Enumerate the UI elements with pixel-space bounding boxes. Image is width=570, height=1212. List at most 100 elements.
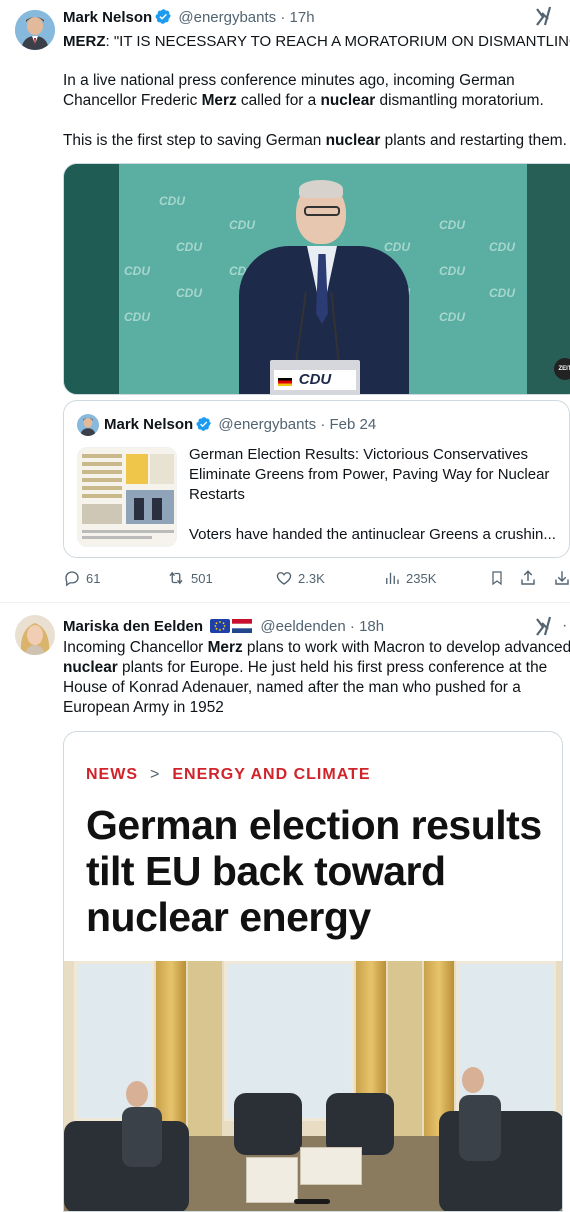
backdrop-logo: CDU: [229, 218, 255, 232]
tweet-text-line-1: Incoming Chancellor Merz plans to work w…: [63, 638, 570, 658]
zeit-watermark: ZEIT: [554, 358, 570, 380]
grok-icon[interactable]: [534, 5, 554, 32]
tweet-mark-nelson[interactable]: Mark Nelson @energybants · 17h MERZ: "IT…: [0, 0, 570, 602]
breadcrumb: NEWS > ENERGY AND CLIMATE: [86, 766, 371, 784]
flag-stripe: [278, 378, 292, 386]
bookmark-button[interactable]: [489, 569, 505, 587]
quoted-author-name: Mark Nelson: [104, 416, 194, 433]
person-left: [122, 1107, 162, 1167]
reply-count: 61: [86, 570, 101, 586]
backdrop-logo: CDU: [489, 240, 515, 254]
repost-icon: [169, 571, 183, 585]
avatar-image: [15, 10, 55, 50]
author-handle[interactable]: @eeldenden: [260, 618, 345, 635]
person-right-face: [462, 1067, 484, 1093]
speaker-glasses: [304, 206, 340, 216]
tweet-text-para-3: This is the first step to saving German …: [63, 131, 570, 151]
breadcrumb-energy: ENERGY AND CLIMATE: [172, 766, 371, 783]
backdrop-logo: CDU: [439, 218, 465, 232]
bold-merz: Merz: [207, 639, 243, 656]
backdrop-logo: CDU: [489, 286, 515, 300]
bold-nuclear: nuclear: [325, 132, 381, 149]
tweet-text-para-2b: Chancellor Frederic Merz called for a nu…: [63, 91, 570, 111]
coffee-table: [246, 1157, 298, 1203]
author-name[interactable]: Mariska den Eelden: [63, 618, 203, 635]
verified-badge-icon: [196, 416, 212, 438]
quoted-handle: @energybants: [218, 416, 317, 433]
more-options-icon[interactable]: ·: [562, 617, 567, 635]
headline-line: nuclear energy: [86, 894, 371, 940]
speaker-hair: [299, 180, 343, 198]
heart-icon: [276, 572, 292, 585]
bookmark-icon: [492, 571, 502, 586]
tweet-header: Mark Nelson @energybants · 17h: [63, 8, 315, 31]
person-right: [459, 1095, 501, 1161]
quoted-snippet: Voters have handed the antinuclear Green…: [189, 526, 556, 543]
press-conference-image[interactable]: CDU CDU CDU CDU CDU CDU CDU CDU CDU CDU …: [63, 163, 570, 395]
quoted-header: Mark Nelson @energybants · Feb 24: [104, 415, 376, 438]
text-fragment: called for a: [236, 92, 321, 109]
tweet-text-line-3: House of Konrad Adenauer, named after th…: [63, 679, 521, 696]
avatar[interactable]: [15, 615, 55, 655]
quoted-tweet-card[interactable]: Mark Nelson @energybants · Feb 24 German…: [63, 400, 570, 558]
avatar[interactable]: [15, 10, 55, 50]
download-button[interactable]: [553, 569, 570, 587]
quoted-avatar: [77, 414, 99, 436]
reply-icon: [65, 571, 79, 587]
backdrop-logo: CDU: [439, 310, 465, 324]
headline-line: German election results: [86, 802, 542, 848]
text-fragment: plans to work with Macron to develop adv…: [242, 639, 570, 656]
armchair: [326, 1093, 394, 1155]
text-fragment: Chancellor Frederic: [63, 92, 202, 109]
wall-left: [64, 164, 119, 394]
views-button[interactable]: 235K: [383, 569, 436, 587]
eu-flag-icon: [210, 619, 231, 639]
avatar-image: [15, 615, 55, 655]
tweet-text-para-2a: In a live national press conference minu…: [63, 72, 515, 89]
share-button[interactable]: [519, 569, 537, 587]
repost-count: 501: [191, 570, 213, 586]
reply-button[interactable]: 61: [63, 569, 100, 587]
tweet-text-line-1: MERZ: "IT IS NECESSARY TO REACH A MORATO…: [63, 32, 570, 52]
timestamp[interactable]: 18h: [359, 618, 384, 635]
backdrop-logo: CDU: [176, 286, 202, 300]
share-icon: [521, 570, 535, 585]
text-fragment: plants and restarting them.: [380, 132, 567, 149]
like-button[interactable]: 2.3K: [275, 569, 325, 587]
headline-line: tilt EU back toward: [86, 848, 446, 894]
text-fragment: plants for Europe. He just held his firs…: [117, 659, 548, 676]
article-headline: German election results tilt EU back tow…: [86, 802, 556, 940]
views-count: 235K: [406, 570, 437, 586]
sofa-right: [439, 1111, 562, 1211]
action-bar: 61 501 2.3K 235K: [63, 569, 570, 591]
dot-separator: ·: [349, 618, 360, 635]
author-name[interactable]: Mark Nelson: [63, 9, 152, 26]
repost-button[interactable]: 501: [166, 569, 213, 587]
bold-nuclear: nuclear: [63, 659, 118, 676]
person-left-face: [126, 1081, 148, 1107]
like-count: 2.3K: [298, 570, 325, 586]
tweet-header: Mariska den Eelden @eeldenden · 18h: [63, 617, 384, 639]
text-fragment: Incoming Chancellor: [63, 639, 208, 656]
backdrop-logo: CDU: [159, 194, 185, 208]
armchair: [234, 1093, 302, 1155]
elysee-room-photo: [64, 961, 562, 1211]
bold-merz: Merz: [201, 92, 237, 109]
quoted-title: German Election Results: Victorious Cons…: [189, 446, 550, 503]
dot-separator: ·: [320, 416, 330, 433]
backdrop-logo: CDU: [384, 240, 410, 254]
quoted-thumbnail: [77, 447, 177, 547]
author-handle[interactable]: @energybants: [178, 9, 276, 26]
quoted-date: Feb 24: [329, 416, 377, 433]
timestamp[interactable]: 17h: [290, 9, 315, 26]
netherlands-flag-icon: [232, 619, 253, 639]
article-screenshot-image[interactable]: NEWS > ENERGY AND CLIMATE German election …: [63, 731, 563, 1212]
backdrop-logo: CDU: [124, 310, 150, 324]
quote-text: : "IT IS NECESSARY TO REACH A MORATORIUM…: [105, 33, 570, 50]
tweet-text-line-2: nuclear plants for Europe. He just held …: [63, 658, 570, 678]
bold-merz: MERZ: [63, 33, 106, 50]
bold-nuclear: nuclear: [320, 92, 376, 109]
breadcrumb-separator: >: [150, 766, 161, 783]
verified-badge-icon: [155, 8, 172, 31]
views-chart-icon: [386, 572, 399, 584]
